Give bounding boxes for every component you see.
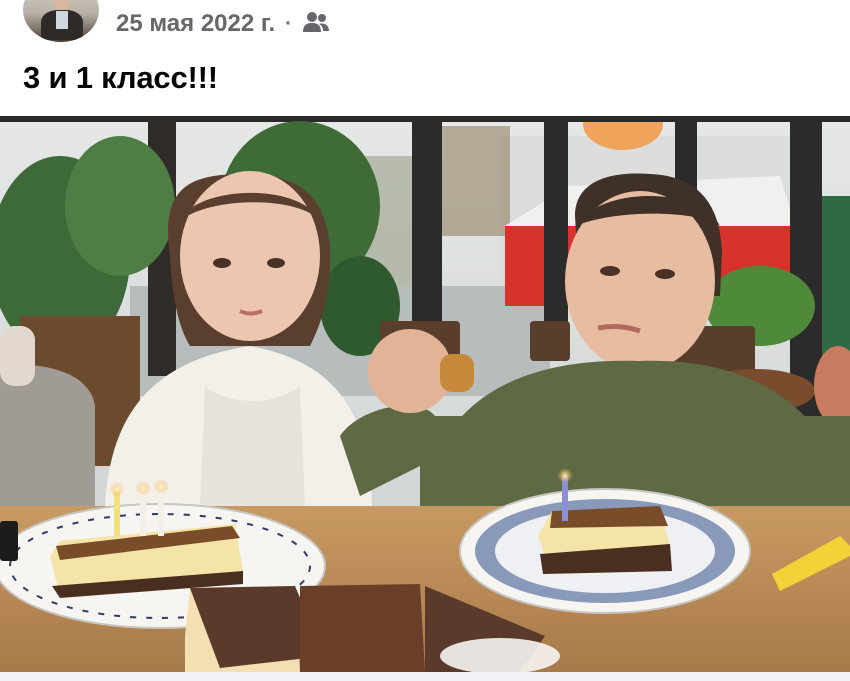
post-photo[interactable] (0, 116, 850, 672)
post-header: 25 мая 2022 г. · (0, 0, 850, 50)
meta-separator: · (285, 12, 292, 35)
post-divider (0, 672, 850, 681)
post-date[interactable]: 25 мая 2022 г. (116, 10, 275, 38)
post-meta: 25 мая 2022 г. · (116, 10, 330, 38)
friends-icon[interactable] (302, 10, 330, 39)
post-text: 3 и 1 класс!!! (23, 60, 218, 95)
author-avatar[interactable] (23, 0, 99, 42)
